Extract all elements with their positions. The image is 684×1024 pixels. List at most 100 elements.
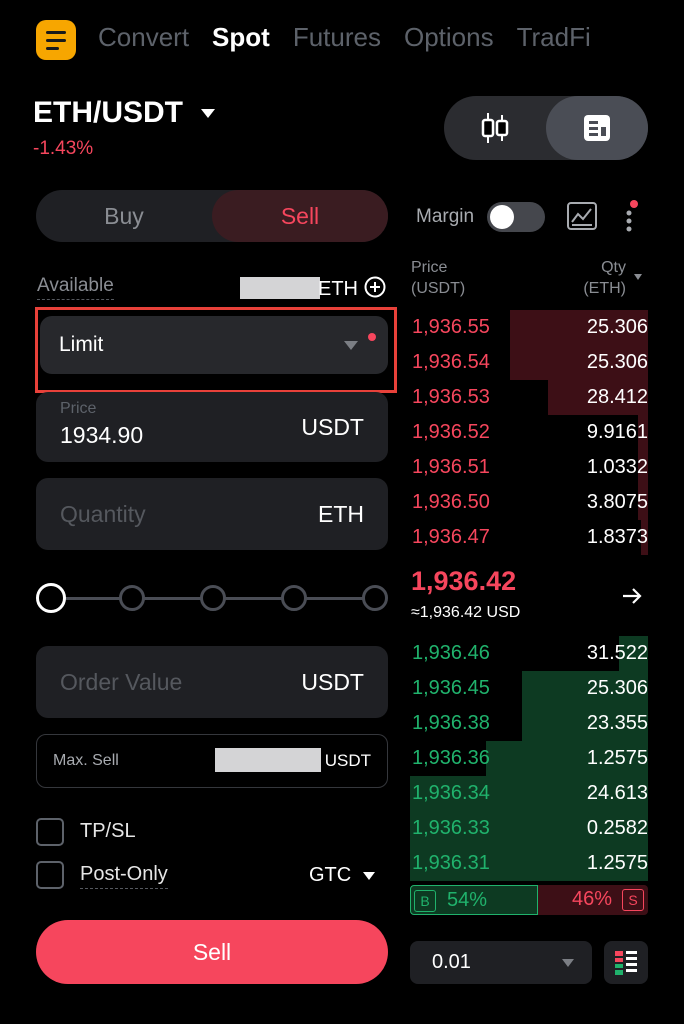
bid-row[interactable]: 1,936.38 23.355 xyxy=(410,706,648,741)
last-price-usd: ≈1,936.42 USD xyxy=(411,604,521,621)
pair-selector[interactable]: ETH/USDT xyxy=(33,96,215,130)
slider-stop-50[interactable] xyxy=(200,585,226,611)
bid-qty: 1.2575 xyxy=(586,852,648,874)
toggle-knob xyxy=(490,205,514,229)
bid-qty: 25.306 xyxy=(586,677,648,699)
buy-tab[interactable]: Buy xyxy=(36,190,212,242)
ask-qty: 1.0332 xyxy=(586,456,648,478)
ask-qty: 25.306 xyxy=(586,351,648,373)
bid-price: 1,936.46 xyxy=(412,642,490,664)
max-sell-label: Max. Sell xyxy=(53,752,119,769)
last-price: 1,936.42 xyxy=(411,566,517,596)
buy-ratio-bar: B 54% xyxy=(410,885,538,915)
bid-price: 1,936.31 xyxy=(412,852,490,874)
market-tabs: Convert Spot Futures Options TradFi xyxy=(98,22,591,53)
sell-tab[interactable]: Sell xyxy=(212,190,388,242)
ask-qty: 25.306 xyxy=(586,316,648,338)
trade-side-toggle: Buy Sell xyxy=(36,190,388,242)
order-value-unit: USDT xyxy=(301,669,364,695)
ask-qty: 9.9161 xyxy=(586,421,648,443)
margin-label: Margin xyxy=(416,206,475,227)
order-value-input[interactable]: Order Value USDT xyxy=(36,646,388,718)
ask-qty: 1.8373 xyxy=(586,526,648,548)
candlestick-icon xyxy=(481,113,509,143)
ask-row[interactable]: 1,936.54 25.306 xyxy=(410,345,648,380)
ask-row[interactable]: 1,936.51 1.0332 xyxy=(410,450,648,485)
ask-row[interactable]: 1,936.53 28.412 xyxy=(410,380,648,415)
quantity-input[interactable]: Quantity ETH xyxy=(36,478,388,550)
bid-price: 1,936.34 xyxy=(412,782,490,804)
bid-qty: 23.355 xyxy=(586,712,648,734)
chart-view-button[interactable] xyxy=(444,96,546,160)
pair-symbol: ETH/USDT xyxy=(33,96,183,129)
price-header-unit: (USDT) xyxy=(411,280,466,297)
chart-icon[interactable] xyxy=(566,200,598,232)
bid-row[interactable]: 1,936.46 31.522 xyxy=(410,636,648,671)
price-input[interactable]: Price 1934.90 USDT xyxy=(36,392,388,462)
bid-qty: 31.522 xyxy=(586,642,648,664)
chevron-down-icon[interactable] xyxy=(634,274,642,280)
time-in-force-value: GTC xyxy=(309,864,352,886)
orderbook-view-button[interactable] xyxy=(546,96,648,160)
ask-qty: 28.412 xyxy=(586,386,648,408)
bid-price: 1,936.36 xyxy=(412,747,490,769)
price-change: -1.43% xyxy=(33,138,94,159)
tab-convert[interactable]: Convert xyxy=(98,22,189,53)
slider-stop-100[interactable] xyxy=(362,585,388,611)
chevron-down-icon xyxy=(562,959,574,967)
bid-qty: 1.2575 xyxy=(586,747,648,769)
tab-futures[interactable]: Futures xyxy=(293,22,381,53)
bid-qty: 24.613 xyxy=(586,782,648,804)
bid-row[interactable]: 1,936.33 0.2582 xyxy=(410,811,648,846)
ask-qty: 3.8075 xyxy=(586,491,648,513)
orderbook-layout-button[interactable] xyxy=(604,941,648,984)
arrow-right-icon[interactable] xyxy=(620,584,644,608)
price-value: 1934.90 xyxy=(60,422,144,448)
highlight-box xyxy=(35,307,397,393)
redacted-balance xyxy=(240,277,320,299)
orderbook-view-icon xyxy=(584,115,610,141)
ask-price: 1,936.53 xyxy=(412,386,490,408)
quantity-placeholder: Quantity xyxy=(60,501,146,527)
ask-price: 1,936.54 xyxy=(412,351,490,373)
order-value-placeholder: Order Value xyxy=(60,669,183,695)
price-unit: USDT xyxy=(301,414,364,440)
time-in-force-select[interactable]: GTC xyxy=(309,864,376,887)
orderbook-qty-header[interactable]: Qty (ETH) xyxy=(578,257,626,299)
ask-row[interactable]: 1,936.50 3.8075 xyxy=(410,485,648,520)
bid-qty: 0.2582 xyxy=(586,817,648,839)
sell-ratio: 46% xyxy=(571,888,612,910)
buy-badge: B xyxy=(414,890,436,912)
depth-step-value: 0.01 xyxy=(432,951,471,973)
sell-button[interactable]: Sell xyxy=(36,920,388,984)
ask-price: 1,936.52 xyxy=(412,421,490,443)
slider-stop-75[interactable] xyxy=(281,585,307,611)
menu-icon[interactable] xyxy=(36,20,76,60)
ask-row[interactable]: 1,936.55 25.306 xyxy=(410,310,648,345)
tpsl-checkbox[interactable] xyxy=(36,818,64,846)
tab-tradfi[interactable]: TradFi xyxy=(517,22,591,53)
orderbook-layout-icon xyxy=(615,951,637,975)
bid-row[interactable]: 1,936.34 24.613 xyxy=(410,776,648,811)
tab-options[interactable]: Options xyxy=(404,22,494,53)
bid-price: 1,936.45 xyxy=(412,677,490,699)
margin-toggle[interactable] xyxy=(487,202,545,232)
quantity-unit: ETH xyxy=(318,501,364,527)
bid-row[interactable]: 1,936.36 1.2575 xyxy=(410,741,648,776)
post-only-checkbox[interactable] xyxy=(36,861,64,889)
more-vertical-icon[interactable] xyxy=(624,200,638,234)
ask-price: 1,936.55 xyxy=(412,316,490,338)
ask-row[interactable]: 1,936.52 9.9161 xyxy=(410,415,648,450)
orderbook-price-header[interactable]: Price (USDT) xyxy=(411,257,465,299)
ask-row[interactable]: 1,936.47 1.8373 xyxy=(410,520,648,555)
tab-spot[interactable]: Spot xyxy=(212,22,270,53)
bid-row[interactable]: 1,936.31 1.2575 xyxy=(410,846,648,881)
slider-stop-0[interactable] xyxy=(36,583,66,613)
bid-row[interactable]: 1,936.45 25.306 xyxy=(410,671,648,706)
price-header-label: Price xyxy=(411,259,448,276)
slider-stop-25[interactable] xyxy=(119,585,145,611)
view-toggle xyxy=(444,96,648,160)
add-circle-icon[interactable] xyxy=(364,276,386,298)
sell-badge: S xyxy=(622,889,644,911)
depth-step-select[interactable]: 0.01 xyxy=(410,941,592,984)
